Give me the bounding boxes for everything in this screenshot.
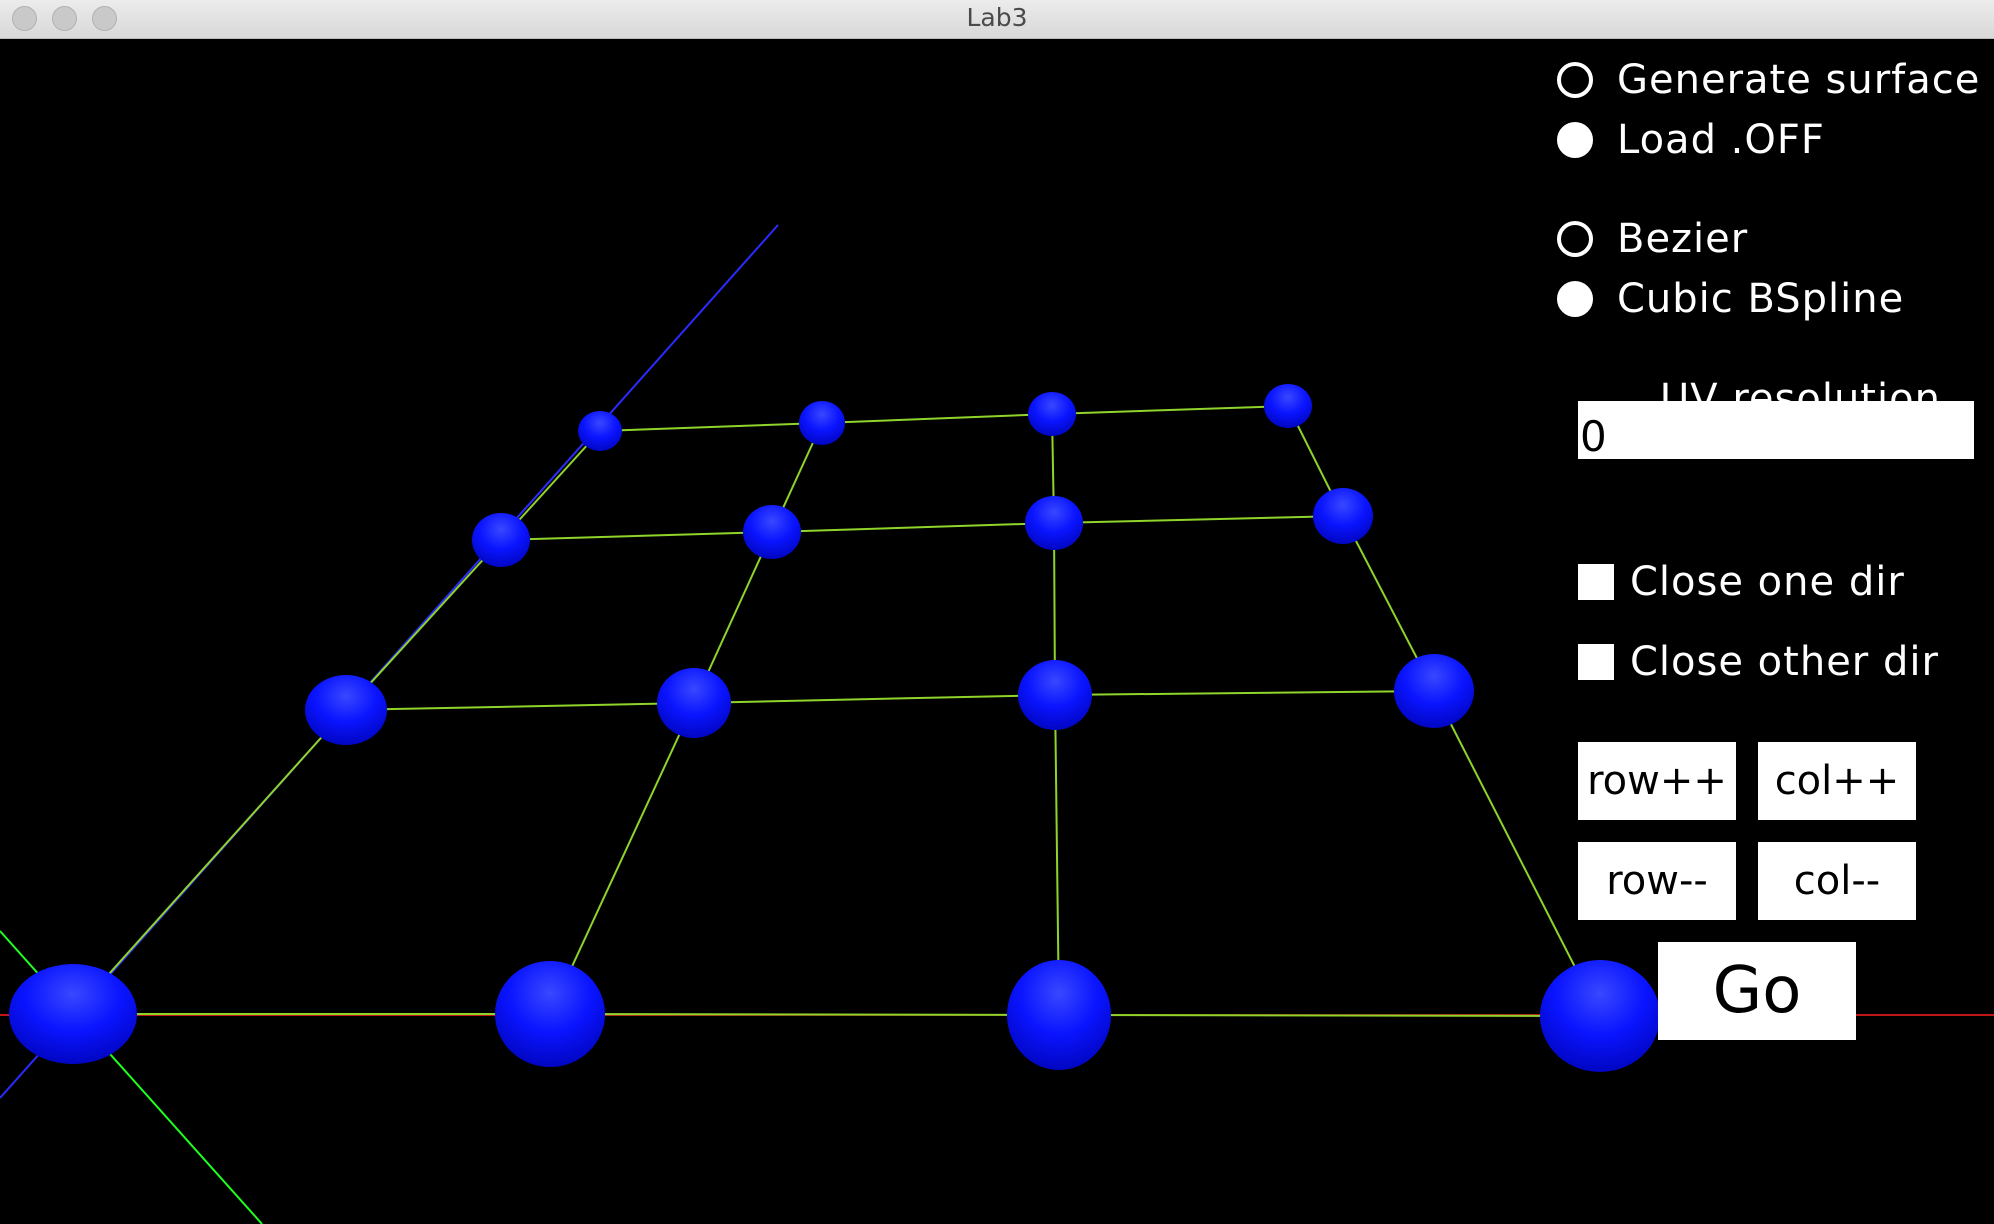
grid-line — [771, 522, 1055, 533]
radio-label: Cubic BSpline — [1617, 276, 1905, 322]
control-point[interactable] — [495, 961, 605, 1067]
checkbox-label: Close other dir — [1630, 639, 1939, 685]
radio-label: Bezier — [1617, 216, 1749, 262]
checkbox-icon[interactable] — [1578, 644, 1614, 680]
title-bar: Lab3 — [0, 0, 1994, 39]
control-point[interactable] — [1394, 654, 1474, 728]
radio-button-icon[interactable] — [1557, 221, 1593, 257]
grid-line — [500, 531, 773, 541]
grid-line — [1053, 515, 1344, 524]
control-point[interactable] — [305, 675, 387, 745]
radio-load-off[interactable]: Load .OFF — [1557, 117, 1825, 163]
control-point[interactable] — [799, 401, 845, 445]
control-point[interactable] — [1313, 488, 1373, 544]
control-point[interactable] — [1264, 384, 1312, 428]
control-point[interactable] — [1025, 496, 1083, 550]
checkbox-close-one-dir[interactable]: Close one dir — [1578, 559, 1905, 605]
uv-resolution-input[interactable] — [1578, 401, 1974, 459]
grid-line — [72, 709, 347, 1015]
col-increment-button[interactable]: col++ — [1758, 742, 1916, 820]
radio-bezier[interactable]: Bezier — [1557, 216, 1748, 262]
window-title: Lab3 — [966, 3, 1028, 32]
radio-generate-surface[interactable]: Generate surface — [1557, 57, 1980, 103]
grid-line — [693, 694, 1056, 704]
row-increment-button[interactable]: row++ — [1578, 742, 1736, 820]
control-point[interactable] — [9, 964, 137, 1064]
checkbox-icon[interactable] — [1578, 564, 1614, 600]
control-point[interactable] — [743, 505, 801, 559]
radio-button-icon[interactable] — [1557, 62, 1593, 98]
gl-viewport[interactable]: Generate surface Load .OFF Bezier Cubic … — [0, 38, 1994, 1224]
grid-line — [345, 702, 695, 711]
radio-button-icon[interactable] — [1557, 281, 1593, 317]
checkbox-label: Close one dir — [1630, 559, 1905, 605]
radio-cubic-bspline[interactable]: Cubic BSpline — [1557, 276, 1904, 322]
control-point[interactable] — [578, 411, 622, 451]
checkbox-close-other-dir[interactable]: Close other dir — [1578, 639, 1939, 685]
radio-label: Generate surface — [1617, 57, 1981, 103]
grid-line — [821, 413, 1053, 424]
control-point[interactable] — [472, 513, 530, 567]
grid-line — [599, 422, 823, 432]
grid-line — [1054, 690, 1435, 696]
col-decrement-button[interactable]: col-- — [1758, 842, 1916, 920]
go-button[interactable]: Go — [1658, 942, 1856, 1040]
control-point[interactable] — [657, 668, 731, 738]
grid-line — [1051, 405, 1289, 415]
row-decrement-button[interactable]: row-- — [1578, 842, 1736, 920]
control-point[interactable] — [1540, 960, 1660, 1072]
radio-button-icon[interactable] — [1557, 122, 1593, 158]
radio-label: Load .OFF — [1617, 117, 1825, 163]
grid-line — [1058, 1014, 1601, 1017]
control-point[interactable] — [1028, 392, 1076, 436]
control-point[interactable] — [1007, 960, 1111, 1070]
control-point[interactable] — [1018, 660, 1092, 730]
grid-line — [549, 1013, 1060, 1016]
app-window: Lab3 Generate surface Load .OFF Bezier C… — [0, 0, 1994, 1224]
